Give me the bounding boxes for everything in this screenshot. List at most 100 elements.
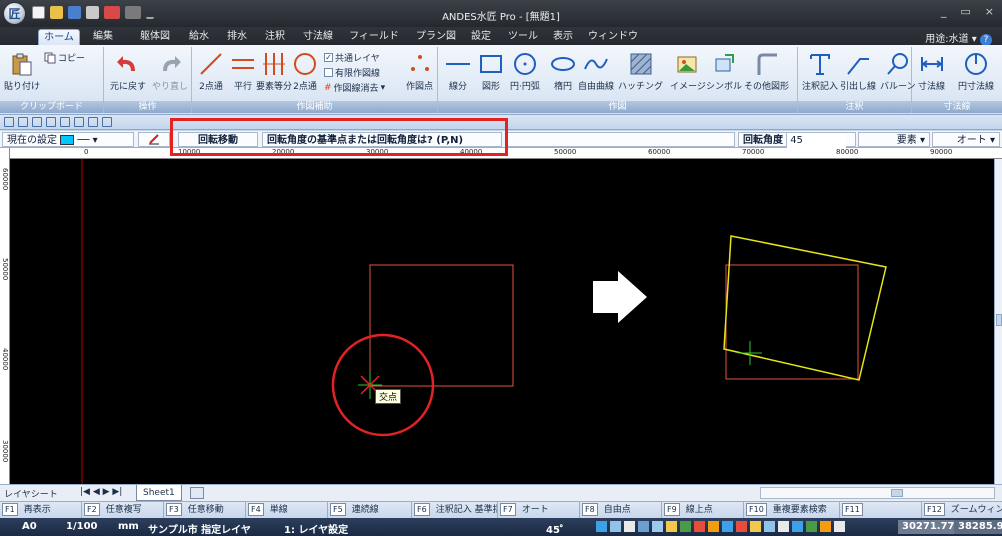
status-tool-icon[interactable] — [708, 521, 719, 532]
common-layer-checkbox[interactable]: ✓ 共通レイヤ — [324, 51, 380, 64]
h-scroll-thumb[interactable] — [891, 489, 903, 497]
fkey-f4[interactable]: F4 単線 — [246, 502, 328, 518]
status-tool-icon[interactable] — [736, 521, 747, 532]
mini-tool-8-icon[interactable] — [102, 117, 112, 127]
usage-selector[interactable]: 用途:水道 ▾ ? — [925, 30, 992, 46]
horizontal-scrollbar[interactable] — [760, 487, 995, 499]
drawing-scale[interactable]: 1/100 — [66, 521, 97, 532]
status-tool-icon[interactable] — [792, 521, 803, 532]
status-tool-icon[interactable] — [722, 521, 733, 532]
mini-tool-6-icon[interactable] — [74, 117, 84, 127]
status-tool-icon[interactable] — [764, 521, 775, 532]
dimension-button[interactable]: 寸法線 — [918, 51, 945, 92]
status-tool-icon[interactable] — [750, 521, 761, 532]
fkey-f6[interactable]: F6 注釈記入 基準指定 — [412, 502, 498, 518]
scroll-thumb[interactable] — [996, 314, 1002, 326]
undo-button[interactable]: 元に戻す — [110, 51, 146, 92]
layer-sheet-button[interactable]: レイヤシート — [4, 487, 58, 500]
image-button[interactable]: イメージ — [670, 51, 706, 92]
fkey-f7[interactable]: F7 オート — [498, 502, 580, 518]
fkey-f2[interactable]: F2 任意複写 — [82, 502, 164, 518]
aux-point-button[interactable]: 作図点 — [406, 51, 433, 92]
leader-button[interactable]: 引出し線 — [840, 51, 876, 92]
status-tool-icon[interactable] — [624, 521, 635, 532]
original-rectangle[interactable] — [369, 264, 514, 387]
element-select-dropdown[interactable]: 要素 ▾ — [858, 132, 930, 147]
new-sheet-icon[interactable] — [190, 487, 204, 499]
status-tool-icon[interactable] — [820, 521, 831, 532]
note-entry-button[interactable]: 注釈記入 — [802, 51, 838, 92]
mini-tool-5-icon[interactable] — [60, 117, 70, 127]
tab-window[interactable]: ウィンドウ — [588, 29, 638, 45]
status-tool-icon[interactable] — [596, 521, 607, 532]
tab-water-supply[interactable]: 給水 — [184, 29, 214, 45]
tab-annotation[interactable]: 注釈 — [260, 29, 290, 45]
status-tool-icon[interactable] — [834, 521, 845, 532]
tab-frame[interactable]: 躯体図 — [134, 29, 176, 45]
tab-home[interactable]: ホーム — [38, 29, 80, 45]
circle-arc-button[interactable]: 円·円弧 — [510, 51, 540, 92]
other-shape-button[interactable]: その他図形 — [744, 51, 789, 92]
close-button[interactable]: × — [985, 5, 994, 18]
copy-button[interactable]: コピー — [44, 51, 85, 64]
mini-tool-1-icon[interactable] — [4, 117, 14, 127]
two-point-line-button[interactable]: 2点通 — [198, 51, 224, 92]
fkey-f1[interactable]: F1 再表示 — [0, 502, 82, 518]
tab-edit[interactable]: 編集 — [86, 29, 120, 45]
maximize-button[interactable]: ▭ — [960, 5, 970, 18]
command-input[interactable] — [505, 132, 735, 147]
mini-tool-7-icon[interactable] — [88, 117, 98, 127]
curve-button[interactable]: 自由曲線 — [578, 51, 614, 92]
current-setting-selector[interactable]: 現在の設定 ── ▾ — [2, 132, 134, 147]
limited-lines-checkbox[interactable]: 有限作図線 — [324, 66, 380, 79]
rotation-angle-value[interactable]: 45 — [786, 133, 847, 148]
status-tool-icon[interactable] — [778, 521, 789, 532]
mini-tool-3-icon[interactable] — [32, 117, 42, 127]
status-tool-icon[interactable] — [638, 521, 649, 532]
layer-setting[interactable]: 1: レイヤ設定 — [284, 521, 348, 536]
tab-field[interactable]: フィールド — [346, 29, 402, 45]
tab-plan[interactable]: プラン図 — [410, 29, 462, 45]
fkey-f11[interactable]: F11 — [840, 502, 922, 518]
erase-lines-button[interactable]: # 作図線消去 ▾ — [324, 81, 385, 95]
circle-dimension-button[interactable]: 円寸法線 — [958, 51, 994, 92]
rotated-rectangle[interactable] — [723, 235, 887, 381]
fkey-f5[interactable]: F5 連続線 — [328, 502, 412, 518]
status-tool-icon[interactable] — [652, 521, 663, 532]
paste-button[interactable]: 貼り付け — [4, 51, 40, 92]
hatch-button[interactable]: ハッチング — [618, 51, 663, 92]
status-tool-icon[interactable] — [666, 521, 677, 532]
tab-dimension[interactable]: 寸法線 — [298, 29, 338, 45]
segment-button[interactable]: 線分 — [444, 51, 472, 92]
parallel-button[interactable]: 平行 — [230, 51, 256, 92]
ellipse-button[interactable]: 楕円 — [550, 51, 576, 92]
status-tool-icon[interactable] — [680, 521, 691, 532]
vertical-scrollbar[interactable] — [994, 159, 1002, 484]
status-tool-icon[interactable] — [694, 521, 705, 532]
current-layer[interactable]: サンプル市 指定レイヤ — [148, 521, 251, 536]
status-tool-icon[interactable] — [806, 521, 817, 532]
tab-settings[interactable]: 設定 — [466, 29, 496, 45]
sheet-navigation[interactable]: |◀ ◀ ▶ ▶| — [80, 487, 122, 497]
rotation-angle-field[interactable]: 回転角度 45 — [738, 132, 856, 148]
mini-tool-4-icon[interactable] — [46, 117, 56, 127]
redo-button[interactable]: やり直し — [152, 51, 188, 92]
minimize-button[interactable]: _ — [941, 5, 947, 18]
tab-drainage[interactable]: 排水 — [222, 29, 252, 45]
shape-button[interactable]: 図形 — [478, 51, 504, 92]
divide-button[interactable]: 要素等分 — [256, 51, 292, 92]
fkey-f9[interactable]: F9 線上点 — [662, 502, 744, 518]
fkey-f10[interactable]: F10 重複要素検索 — [744, 502, 840, 518]
fkey-f12[interactable]: F12 ズームウィンドウ — [922, 502, 1002, 518]
paper-size[interactable]: A0 — [22, 521, 37, 532]
sheet-tab-1[interactable]: Sheet1 — [136, 485, 182, 501]
fkey-f3[interactable]: F3 任意移動 — [164, 502, 246, 518]
symbol-button[interactable]: シンボル — [706, 51, 742, 92]
tab-view[interactable]: 表示 — [548, 29, 578, 45]
fkey-f8[interactable]: F8 自由点 — [580, 502, 662, 518]
mini-tool-2-icon[interactable] — [18, 117, 28, 127]
status-tool-icon[interactable] — [610, 521, 621, 532]
drawing-canvas[interactable]: 交点 — [10, 159, 994, 484]
two-point-circle-button[interactable]: 2点通 — [292, 51, 318, 92]
balloon-button[interactable]: バルーン — [880, 51, 916, 92]
